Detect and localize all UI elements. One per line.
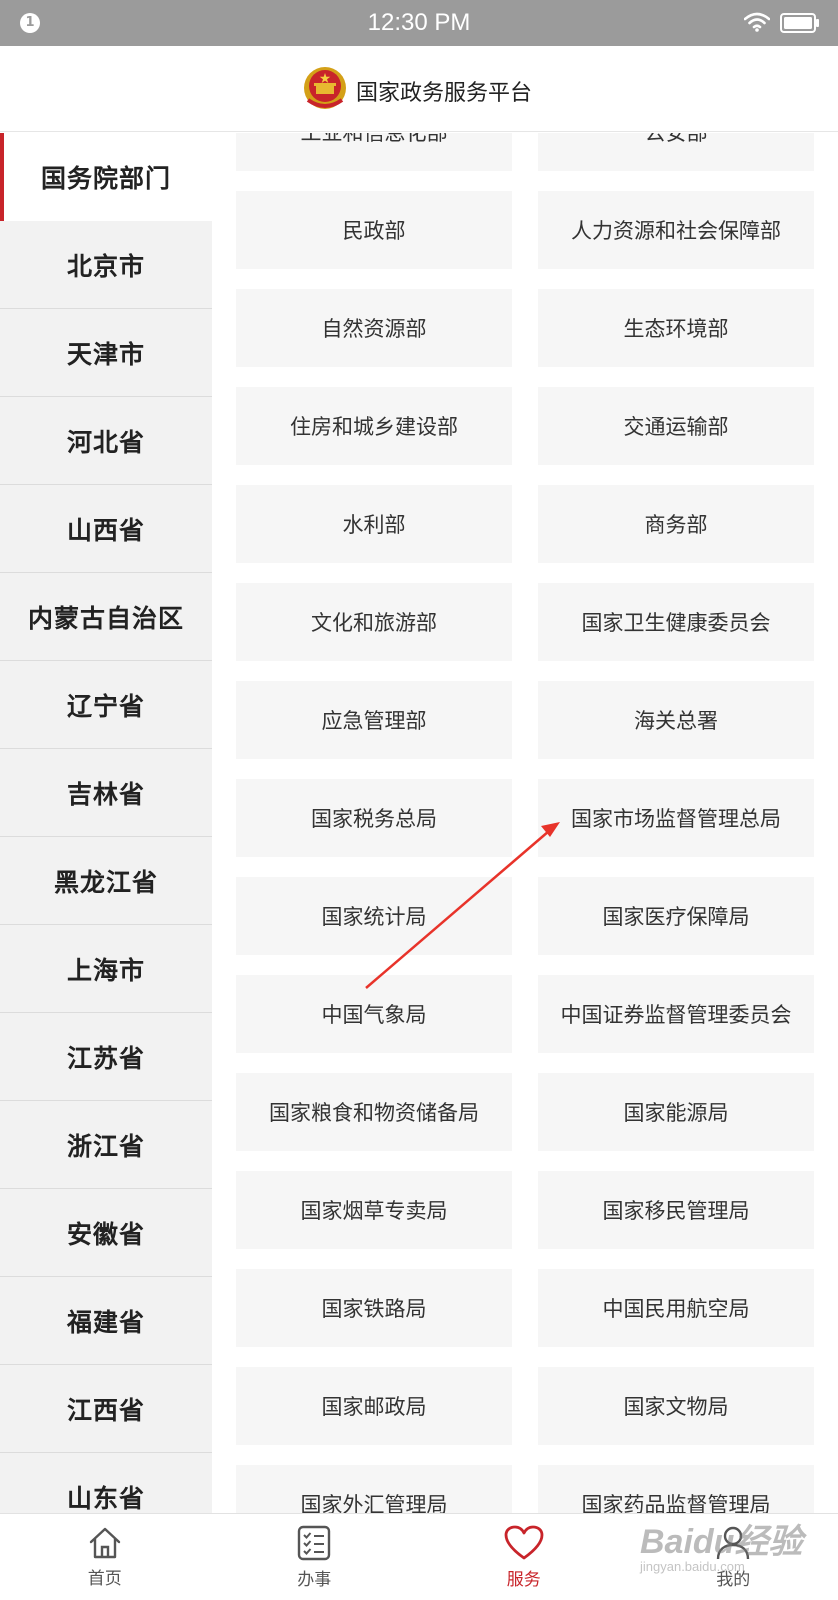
sidebar-item[interactable]: 国务院部门 xyxy=(0,133,212,221)
department-tile[interactable]: 公安部 xyxy=(538,133,814,171)
department-tile[interactable]: 中国气象局 xyxy=(236,975,512,1053)
department-tile[interactable]: 民政部 xyxy=(236,191,512,269)
sidebar-item[interactable]: 山西省 xyxy=(0,485,212,573)
department-tile[interactable]: 国家能源局 xyxy=(538,1073,814,1151)
status-bar: 1 12:30 PM xyxy=(0,0,838,46)
watermark-main: Baidu经验 xyxy=(640,1523,803,1561)
sidebar-item[interactable]: 江西省 xyxy=(0,1365,212,1453)
department-tile[interactable]: 国家文物局 xyxy=(538,1367,814,1445)
sidebar-item[interactable]: 天津市 xyxy=(0,309,212,397)
department-tile[interactable]: 水利部 xyxy=(236,485,512,563)
nav-tasks-label: 办事 xyxy=(297,1569,332,1590)
status-time: 12:30 PM xyxy=(367,9,471,36)
nav-services-label: 服务 xyxy=(506,1569,541,1590)
department-tile[interactable]: 商务部 xyxy=(538,485,814,563)
sidebar-item[interactable]: 上海市 xyxy=(0,925,212,1013)
department-grid[interactable]: 工业和信息化部 公安部 民政部 人力资源和社会保障部 自然资源部 生态环境部 住房和城乡建设… xyxy=(212,133,838,1513)
sidebar-item[interactable]: 辽宁省 xyxy=(0,661,212,749)
wifi-icon xyxy=(743,12,771,36)
region-sidebar[interactable]: 国务院部门 北京市 天津市 河北省 山西省 内蒙古自治区 辽宁省 吉林省 黑龙江省 上海市 江苏省浙… xyxy=(0,133,212,1513)
department-tile[interactable]: 国家邮政局 xyxy=(236,1367,512,1445)
department-tile[interactable]: 海关总署 xyxy=(538,681,814,759)
app-header: 国家政务服务平台 xyxy=(0,46,838,132)
checklist-icon xyxy=(298,1525,331,1560)
department-tile[interactable]: 自然资源部 xyxy=(236,289,512,367)
heart-icon xyxy=(504,1525,544,1559)
sidebar-item[interactable]: 内蒙古自治区 xyxy=(0,573,212,661)
baidu-watermark: Baidu经验 jingyan.baidu.com xyxy=(640,1514,802,1574)
department-tile[interactable]: 国家粮食和物资储备局 xyxy=(236,1073,512,1151)
department-tile[interactable]: 住房和城乡建设部 xyxy=(236,387,512,465)
department-tile[interactable]: 文化和旅游部 xyxy=(236,583,512,661)
department-tile[interactable]: 国家税务总局 xyxy=(236,779,512,857)
app-title: 国家政务服务平台 xyxy=(356,81,533,106)
department-tile[interactable]: 国家移民管理局 xyxy=(538,1171,814,1249)
department-tile[interactable]: 国家统计局 xyxy=(236,877,512,955)
sidebar-item[interactable]: 安徽省 xyxy=(0,1189,212,1277)
home-icon xyxy=(89,1527,120,1558)
sidebar-item[interactable]: 浙江省 xyxy=(0,1101,212,1189)
national-emblem-icon xyxy=(302,64,348,114)
nav-home[interactable]: 首页 xyxy=(0,1514,210,1600)
department-tile[interactable]: 国家铁路局 xyxy=(236,1269,512,1347)
nav-services[interactable]: 服务 xyxy=(419,1514,629,1600)
department-tile[interactable]: 人力资源和社会保障部 xyxy=(538,191,814,269)
battery-icon xyxy=(780,13,820,37)
nav-home-label: 首页 xyxy=(87,1568,122,1589)
department-tile[interactable]: 工业和信息化部 xyxy=(236,133,512,171)
department-tile[interactable]: 应急管理部 xyxy=(236,681,512,759)
department-tile[interactable]: 中国证券监督管理委员会 xyxy=(538,975,814,1053)
sidebar-item[interactable]: 黑龙江省 xyxy=(0,837,212,925)
department-tile[interactable]: 国家市场监督管理总局 xyxy=(538,779,814,857)
nav-tasks[interactable]: 办事 xyxy=(210,1514,420,1600)
department-tile[interactable]: 国家药品监督管理局 xyxy=(538,1465,814,1513)
sidebar-item[interactable]: 山东省 xyxy=(0,1453,212,1513)
department-tile[interactable]: 国家卫生健康委员会 xyxy=(538,583,814,661)
sidebar-item[interactable]: 河北省 xyxy=(0,397,212,485)
sidebar-item[interactable]: 北京市 xyxy=(0,221,212,309)
sidebar-item[interactable]: 吉林省 xyxy=(0,749,212,837)
department-tile[interactable]: 中国民用航空局 xyxy=(538,1269,814,1347)
sidebar-item[interactable]: 江苏省 xyxy=(0,1013,212,1101)
department-tile[interactable]: 国家烟草专卖局 xyxy=(236,1171,512,1249)
sidebar-item[interactable]: 福建省 xyxy=(0,1277,212,1365)
department-tile[interactable]: 交通运输部 xyxy=(538,387,814,465)
department-grid-inner: 工业和信息化部 公安部 民政部 人力资源和社会保障部 自然资源部 生态环境部 住房和城乡建设… xyxy=(236,133,816,1513)
department-tile[interactable]: 国家医疗保障局 xyxy=(538,877,814,955)
department-tile[interactable]: 国家外汇管理局 xyxy=(236,1465,512,1513)
department-tile[interactable]: 生态环境部 xyxy=(538,289,814,367)
